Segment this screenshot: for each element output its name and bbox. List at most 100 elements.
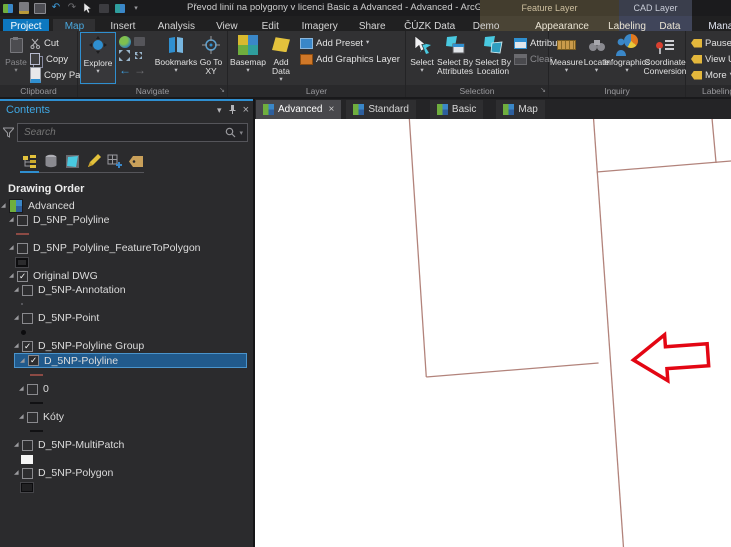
explore-button[interactable]: Explore ▾ [80, 32, 116, 84]
layer-checkbox[interactable] [17, 214, 28, 226]
add-data-button[interactable]: Add Data ▾ [266, 32, 296, 84]
panel-pin-icon[interactable] [229, 104, 236, 116]
layer-checkbox[interactable] [22, 467, 33, 479]
previous-extent-icon[interactable]: ← [119, 64, 131, 76]
go-to-xy-button[interactable]: Go To XY [197, 32, 225, 84]
next-extent-icon[interactable]: → [134, 64, 146, 76]
zoom-to-selection-icon[interactable] [134, 37, 145, 46]
clear-selection-icon[interactable] [98, 3, 110, 14]
expand-icon[interactable]: ◢ [19, 414, 25, 420]
measure-button[interactable]: Measure ▾ [550, 32, 583, 84]
expand-icon[interactable]: ◢ [14, 315, 20, 321]
tab-list-by-snapping[interactable] [107, 153, 123, 169]
expand-icon[interactable]: ◢ [9, 245, 15, 251]
symbol-swatch[interactable] [21, 329, 26, 335]
fixed-zoom-out-icon[interactable] [133, 50, 144, 61]
expand-icon[interactable]: ◢ [19, 386, 25, 392]
view-unplaced-button[interactable]: View Unplaced [691, 51, 731, 67]
symbol-swatch[interactable] [15, 256, 29, 268]
close-tab-icon[interactable]: × [328, 104, 334, 115]
tab-list-by-editing[interactable] [86, 153, 101, 169]
layer-checkbox[interactable] [27, 383, 38, 395]
symbol-swatch[interactable] [21, 454, 33, 464]
expand-icon[interactable]: ◢ [14, 287, 20, 293]
fixed-zoom-in-icon[interactable] [119, 50, 130, 61]
symbol-swatch[interactable] [16, 233, 29, 235]
undo-icon[interactable]: ↶ [50, 3, 62, 14]
bookmarks-button[interactable]: Bookmarks ▾ [155, 32, 197, 84]
qat-customize-caret-icon[interactable]: ▾ [130, 3, 142, 14]
tree-item[interactable]: ◢ D_5NP-Point [0, 311, 253, 325]
search-icon[interactable] [225, 127, 236, 138]
tree-item[interactable]: ◢ ✓ Original DWG [0, 269, 253, 283]
map-tab-advanced[interactable]: Advanced × [256, 100, 342, 119]
expand-icon[interactable]: ◢ [14, 442, 20, 448]
expand-icon[interactable]: ◢ [20, 358, 26, 364]
tree-item[interactable]: ◢ Advanced [0, 199, 253, 213]
map-tab-map[interactable]: Map [496, 100, 545, 119]
tree-item[interactable]: ◢ D_5NP-MultiPatch [0, 438, 253, 452]
symbol-swatch[interactable] [21, 303, 23, 305]
select-tool-icon[interactable] [82, 2, 94, 14]
select-by-attributes-button[interactable]: Select By Attributes [436, 32, 474, 84]
expand-icon[interactable]: ◢ [9, 217, 15, 223]
select-by-location-button[interactable]: Select By Location [474, 32, 512, 84]
panel-close-icon[interactable]: × [243, 104, 249, 116]
panel-menu-caret-icon[interactable]: ▾ [217, 105, 222, 115]
pause-labeling-button[interactable]: Pause [691, 35, 731, 51]
tree-item[interactable]: ◢ D_5NP_Polyline_FeatureToPolygon [0, 241, 253, 255]
map-tab-basic[interactable]: Basic [429, 100, 484, 119]
map-tab-standard[interactable]: Standard [346, 100, 416, 119]
full-extent-icon[interactable] [119, 35, 131, 48]
symbol-swatch[interactable] [20, 481, 34, 493]
filter-icon[interactable] [3, 127, 14, 138]
add-preset-button[interactable]: Add Preset ▾ [300, 35, 400, 51]
search-input[interactable] [22, 126, 226, 139]
map-tool-icon[interactable] [114, 3, 126, 14]
layer-checkbox[interactable]: ✓ [28, 355, 39, 366]
symbol-swatch[interactable] [30, 374, 43, 376]
expand-icon[interactable]: ◢ [14, 470, 20, 476]
layer-checkbox[interactable] [27, 411, 38, 423]
layer-checkbox[interactable] [22, 284, 33, 296]
tree-item[interactable]: ◢ ✓ D_5NP-Polyline Group [0, 339, 253, 353]
basemap-button[interactable]: Basemap ▾ [230, 32, 266, 84]
add-preset-icon [300, 37, 313, 49]
symbol-swatch[interactable] [30, 430, 43, 432]
paste-button[interactable]: Paste ▾ [2, 32, 30, 84]
redo-icon[interactable]: ↷ [66, 3, 78, 14]
symbol-swatch[interactable] [30, 402, 43, 404]
save-project-icon[interactable] [34, 2, 46, 14]
pause-tag-icon [691, 38, 702, 48]
tree-item[interactable]: ◢ Kóty [0, 410, 253, 424]
tree-item[interactable]: ◢ D_5NP_Polyline [0, 213, 253, 227]
tab-list-by-data-source[interactable] [43, 153, 58, 169]
coordinate-conversion-button[interactable]: Coordinate Conversion [644, 32, 687, 84]
navigate-dialog-launcher-icon[interactable]: ↘ [219, 85, 225, 97]
tree-item[interactable]: ◢ D_5NP-Polygon [0, 466, 253, 480]
layer-checkbox[interactable] [22, 439, 33, 451]
tree-item[interactable]: ◢ ✓ D_5NP-Polyline [14, 353, 247, 368]
more-labeling-button[interactable]: More ▾ [691, 67, 731, 83]
tab-list-by-labeling[interactable] [128, 153, 144, 169]
tree-item[interactable]: ◢ D_5NP-Annotation [0, 283, 253, 297]
tab-list-by-selection[interactable] [64, 153, 79, 169]
expand-icon[interactable]: ◢ [1, 203, 7, 209]
selection-dialog-launcher-icon[interactable]: ↘ [540, 85, 546, 97]
infographics-button[interactable]: Infographics ▾ [604, 32, 650, 84]
open-project-icon[interactable] [18, 2, 30, 14]
add-graphics-layer-button[interactable]: Add Graphics Layer [300, 51, 400, 67]
map-canvas[interactable] [255, 119, 731, 547]
layer-checkbox[interactable]: ✓ [17, 270, 28, 282]
expand-icon[interactable]: ◢ [14, 343, 20, 349]
new-project-icon[interactable] [2, 3, 14, 14]
expand-icon[interactable]: ◢ [9, 273, 15, 279]
layer-checkbox[interactable] [22, 312, 33, 324]
layer-checkbox[interactable] [17, 242, 28, 254]
search-options-caret-icon[interactable]: ▾ [239, 129, 243, 137]
tab-list-by-drawing-order[interactable] [19, 153, 40, 173]
tree-item[interactable]: ◢ 0 [0, 382, 253, 396]
select-button[interactable]: Select ▾ [408, 32, 436, 84]
layer-checkbox[interactable]: ✓ [22, 340, 33, 352]
add-preset-label: Add Preset [316, 37, 363, 49]
